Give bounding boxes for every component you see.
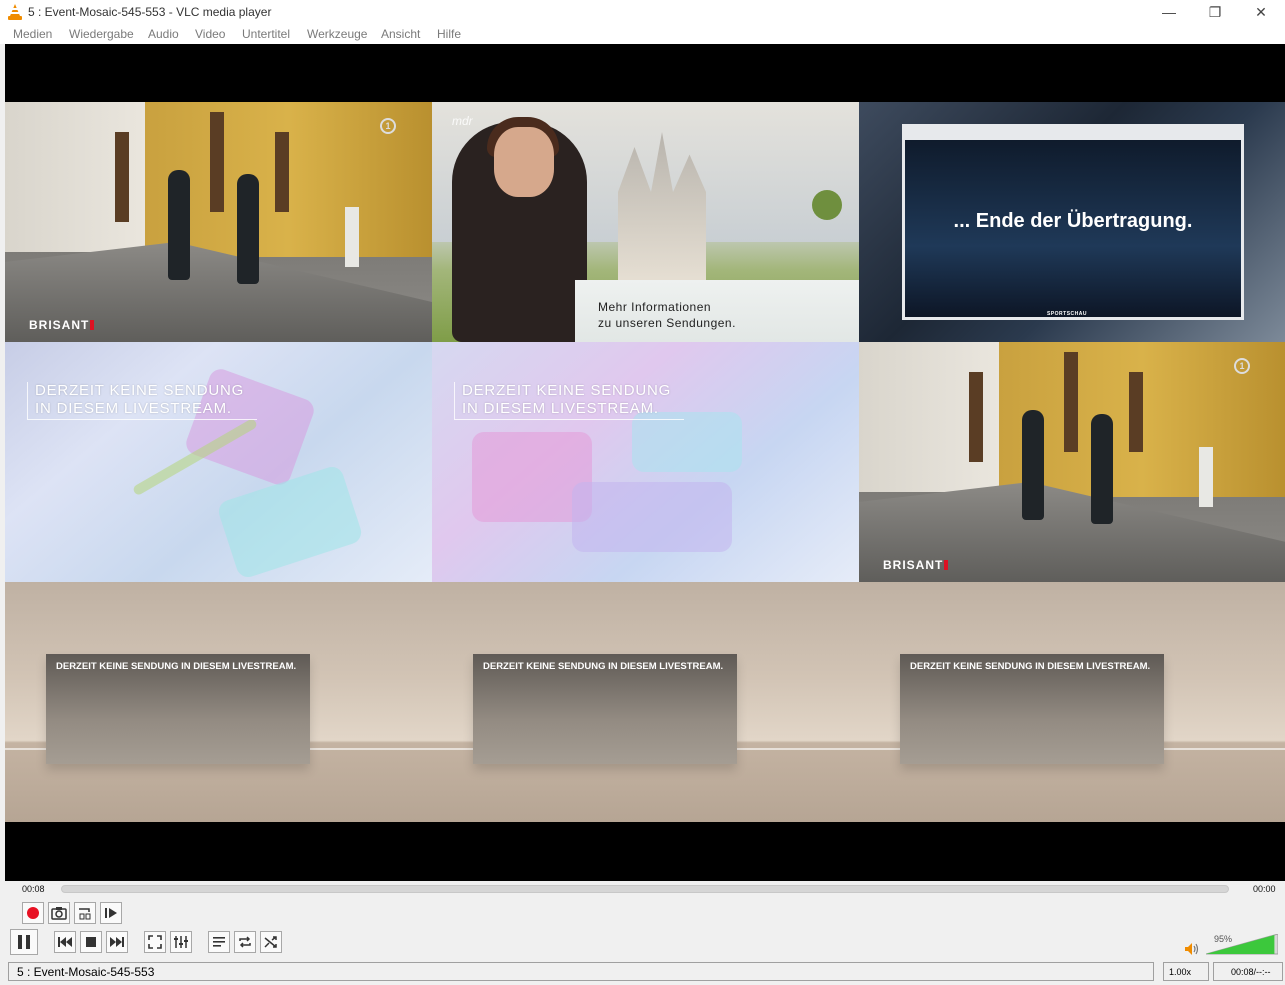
mdr-info-text: Mehr Informationen zu unseren Sendungen. [598,300,736,330]
stop-icon [86,937,96,947]
person [168,170,190,280]
record-button[interactable] [22,902,44,924]
end-of-broadcast-text: ... Ende der Übertragung. [953,210,1193,232]
shape [215,463,365,581]
mdr-logo: mdr [452,114,473,128]
door [115,132,129,222]
menu-untertitel[interactable]: Untertitel [242,27,290,41]
frame-step-icon [105,908,117,918]
mosaic-tile-street-2: 1 BRISANT [859,342,1285,582]
loop-button[interactable] [234,931,256,953]
studio-no-broadcast-text: DERZEIT KEINE SENDUNG IN DIESEM LIVESTRE… [483,661,724,672]
person [1022,410,1044,520]
door [210,112,224,212]
shape [632,412,742,472]
no-broadcast-text: DERZEIT KEINE SENDUNG IN DIESEM LIVESTRE… [462,382,672,417]
vlc-cone-icon [8,4,22,20]
elapsed-time[interactable]: 00:08 [22,884,45,894]
studio-no-broadcast-text: DERZEIT KEINE SENDUNG IN DIESEM LIVESTRE… [56,661,297,672]
shape [572,482,732,552]
menu-bar: Medien Wiedergabe Audio Video Untertitel… [0,24,1285,44]
person [1091,414,1113,524]
mosaic-tile-street-1: 1 BRISANT [5,102,432,342]
frame-step-button[interactable] [100,902,122,924]
camera-icon [51,907,67,920]
title-bar: 5 : Event-Mosaic-545-553 - VLC media pla… [0,0,1285,24]
mosaic-tile-livestream-2: DERZEIT KEINE SENDUNG IN DIESEM LIVESTRE… [432,342,859,582]
mosaic-tile-studio-2: DERZEIT KEINE SENDUNG IN DIESEM LIVESTRE… [432,582,859,822]
mosaic-tile-livestream-1: DERZEIT KEINE SENDUNG IN DIESEM LIVESTRE… [5,342,432,582]
previous-button[interactable] [54,931,76,953]
building [859,342,1009,492]
pause-icon [18,935,30,949]
pause-button[interactable] [10,929,38,955]
no-broadcast-text: DERZEIT KEINE SENDUNG IN DIESEM LIVESTRE… [35,382,245,417]
door [969,372,983,462]
mosaic-tile-studio-1: DERZEIT KEINE SENDUNG IN DIESEM LIVESTRE… [5,582,432,822]
next-button[interactable] [106,931,128,953]
stop-button[interactable] [80,931,102,953]
door [1129,372,1143,452]
seek-slider[interactable] [61,885,1229,893]
total-time[interactable]: 00:00 [1253,884,1276,894]
playlist-button[interactable] [208,931,230,953]
mosaic-tile-mdr: mdr Mehr Informationen zu unseren Sendun… [432,102,859,342]
mosaic-grid: 1 BRISANT mdr Mehr Informationen zu unse… [5,102,1285,822]
studio-no-broadcast-text: DERZEIT KEINE SENDUNG IN DIESEM LIVESTRE… [910,661,1151,672]
mosaic-tile-sportschau: ... Ende der Übertragung. SPORTSCHAU [859,102,1285,342]
menu-ansicht[interactable]: Ansicht [381,27,420,41]
pole [1199,447,1213,507]
minimize-button[interactable]: — [1146,0,1192,24]
record-icon [27,907,39,919]
shuffle-button[interactable] [260,931,282,953]
close-button[interactable]: ✕ [1238,0,1284,24]
playback-speed[interactable]: 1.00x [1163,962,1209,981]
face [494,127,554,197]
pole [345,207,359,267]
fullscreen-button[interactable] [144,931,166,953]
extended-settings-button[interactable] [170,931,192,953]
ab-loop-button[interactable] [74,902,96,924]
vlc-window: 5 : Event-Mosaic-545-553 - VLC media pla… [0,0,1285,985]
brisant-logo: BRISANT [883,558,949,572]
equalizer-icon [174,936,188,948]
fullscreen-icon [148,935,162,949]
door [1064,352,1078,452]
skip-previous-icon [58,937,72,947]
building [5,102,155,252]
loop-icon [239,936,251,948]
sportschau-logo: SPORTSCHAU [1047,311,1088,317]
brisant-logo: BRISANT [29,318,95,332]
person [237,174,259,284]
menu-medien[interactable]: Medien [13,27,52,41]
restore-button[interactable]: ❐ [1192,0,1238,24]
menu-wiedergabe[interactable]: Wiedergabe [69,27,134,41]
shuffle-icon [264,936,277,948]
playlist-icon [213,937,225,947]
tree [812,190,842,220]
door [275,132,289,212]
menu-hilfe[interactable]: Hilfe [437,27,461,41]
status-media-title: 5 : Event-Mosaic-545-553 [8,962,1154,981]
snapshot-button[interactable] [48,902,70,924]
volume-percent: 95% [1214,934,1233,944]
video-output[interactable]: 1 BRISANT mdr Mehr Informationen zu unse… [5,44,1285,881]
menu-werkzeuge[interactable]: Werkzeuge [307,27,367,41]
menu-audio[interactable]: Audio [148,27,179,41]
ab-loop-icon [79,908,91,920]
ard-logo: 1 [1234,358,1250,374]
ard-logo: 1 [380,118,396,134]
status-time[interactable]: 00:08/--:-- [1213,962,1283,981]
menu-video[interactable]: Video [195,27,225,41]
skip-next-icon [110,937,124,947]
speaker-icon[interactable] [1184,942,1200,956]
window-title: 5 : Event-Mosaic-545-553 - VLC media pla… [28,5,272,19]
mosaic-tile-studio-3: DERZEIT KEINE SENDUNG IN DIESEM LIVESTRE… [859,582,1285,822]
